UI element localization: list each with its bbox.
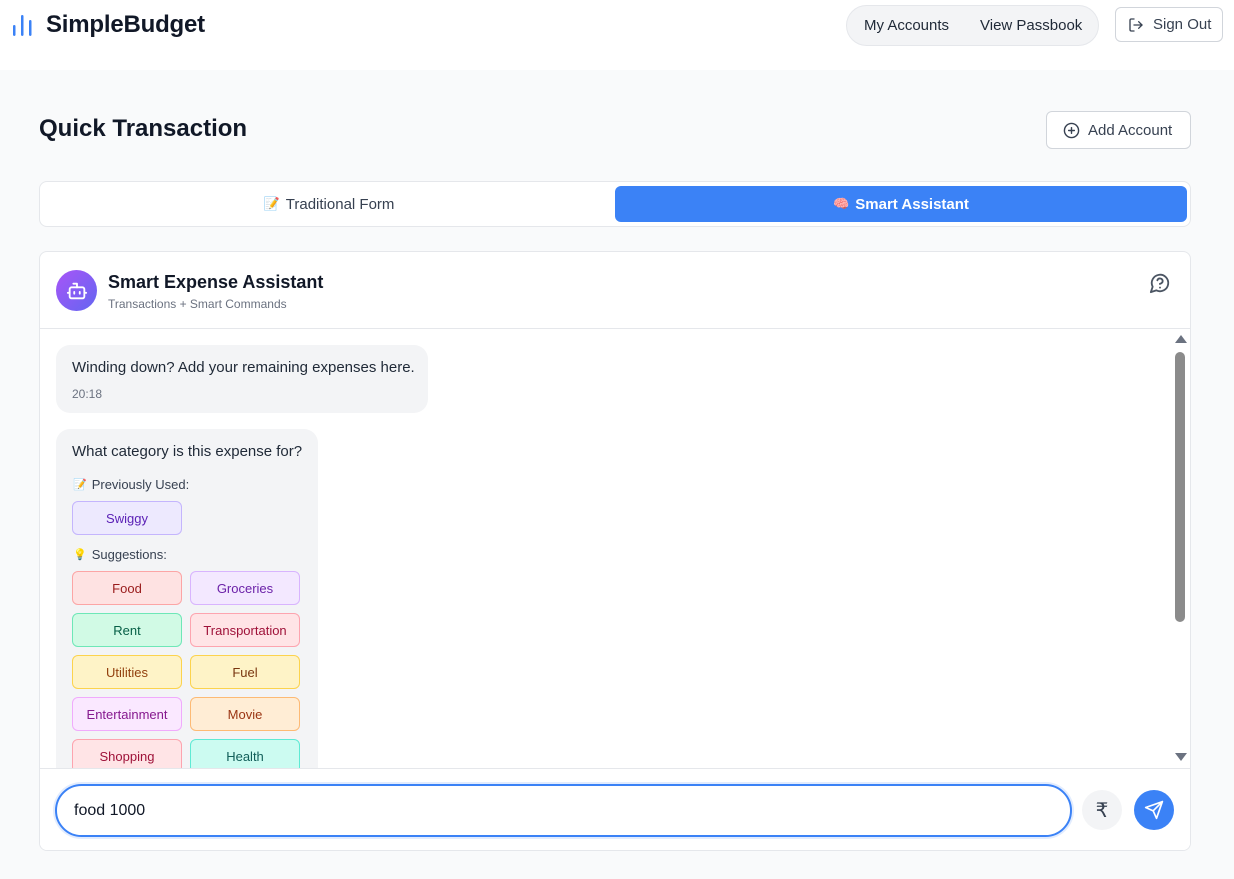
add-account-button[interactable]: Add Account: [1046, 111, 1191, 149]
category-chip-groceries[interactable]: Groceries: [190, 571, 300, 605]
assistant-message: Winding down? Add your remaining expense…: [56, 345, 428, 413]
sign-out-label: Sign Out: [1153, 16, 1212, 33]
plus-circle-icon: [1063, 122, 1080, 138]
category-chip-entertainment[interactable]: Entertainment: [72, 697, 182, 731]
chat-help-icon[interactable]: [1149, 272, 1171, 294]
scroll-up-arrow[interactable]: [1175, 335, 1187, 343]
section-label-text: Suggestions:: [91, 547, 167, 562]
tab-traditional-form[interactable]: 📝 Traditional Form: [44, 186, 614, 222]
category-chip-movie[interactable]: Movie: [190, 697, 300, 731]
scroll-down-arrow[interactable]: [1175, 753, 1187, 761]
send-icon: [1144, 800, 1164, 820]
sign-out-icon: [1129, 17, 1143, 32]
tab-label: Traditional Form: [285, 195, 395, 213]
message-time: 20:18: [72, 387, 103, 401]
chat-messages[interactable]: Winding down? Add your remaining expense…: [40, 329, 1190, 768]
chat-input[interactable]: [55, 784, 1072, 837]
message-text: Winding down? Add your remaining expense…: [72, 359, 415, 376]
nav-pill: My Accounts View Passbook: [846, 5, 1099, 46]
message-text: What category is this expense for?: [72, 443, 303, 460]
previously-used-label: 📝 Previously Used:: [73, 477, 189, 492]
bar-chart-icon: [13, 15, 32, 36]
memo-icon: 📝: [263, 196, 280, 211]
tab-label: Smart Assistant: [855, 195, 969, 213]
lightbulb-icon: 💡: [73, 549, 87, 561]
rupee-button[interactable]: ₹: [1082, 790, 1122, 830]
my-accounts-link[interactable]: My Accounts: [864, 17, 949, 34]
assistant-title: Smart Expense Assistant: [108, 272, 324, 292]
tab-smart-assistant[interactable]: 🧠 Smart Assistant: [615, 186, 1187, 222]
category-chip-health[interactable]: Health: [190, 739, 300, 768]
page-title: Quick Transaction: [39, 115, 248, 142]
category-chip-utilities[interactable]: Utilities: [72, 655, 182, 689]
send-button[interactable]: [1134, 790, 1174, 830]
avatar: [56, 270, 97, 311]
category-prompt-message: What category is this expense for? 📝 Pre…: [56, 429, 318, 768]
category-chip-fuel[interactable]: Fuel: [190, 655, 300, 689]
top-navigation-bar: SimpleBudget My Accounts View Passbook S…: [0, 0, 1234, 70]
category-chip-food[interactable]: Food: [72, 571, 182, 605]
suggestions-label: 💡 Suggestions:: [73, 547, 167, 562]
app-name: SimpleBudget: [46, 11, 205, 38]
sign-out-button[interactable]: Sign Out: [1115, 7, 1223, 42]
brain-icon: 🧠: [833, 196, 850, 211]
memo-icon: 📝: [73, 479, 87, 491]
category-chip-swiggy[interactable]: Swiggy: [72, 501, 182, 535]
category-chip-shopping[interactable]: Shopping: [72, 739, 182, 768]
assistant-card: Smart Expense Assistant Transactions + S…: [39, 251, 1191, 851]
scrollbar-thumb[interactable]: [1175, 352, 1185, 622]
view-passbook-link[interactable]: View Passbook: [980, 17, 1082, 34]
section-label-text: Previously Used:: [91, 477, 190, 492]
mode-tabs: 📝 Traditional Form 🧠 Smart Assistant: [39, 181, 1191, 227]
message-composer: ₹: [40, 768, 1190, 850]
robot-icon: [66, 282, 87, 299]
category-chip-rent[interactable]: Rent: [72, 613, 182, 647]
add-account-label: Add Account: [1088, 121, 1173, 139]
assistant-header: Smart Expense Assistant Transactions + S…: [40, 252, 1190, 329]
brand[interactable]: SimpleBudget: [12, 10, 205, 40]
assistant-subtitle: Transactions + Smart Commands: [108, 297, 287, 311]
category-chip-transportation[interactable]: Transportation: [190, 613, 300, 647]
